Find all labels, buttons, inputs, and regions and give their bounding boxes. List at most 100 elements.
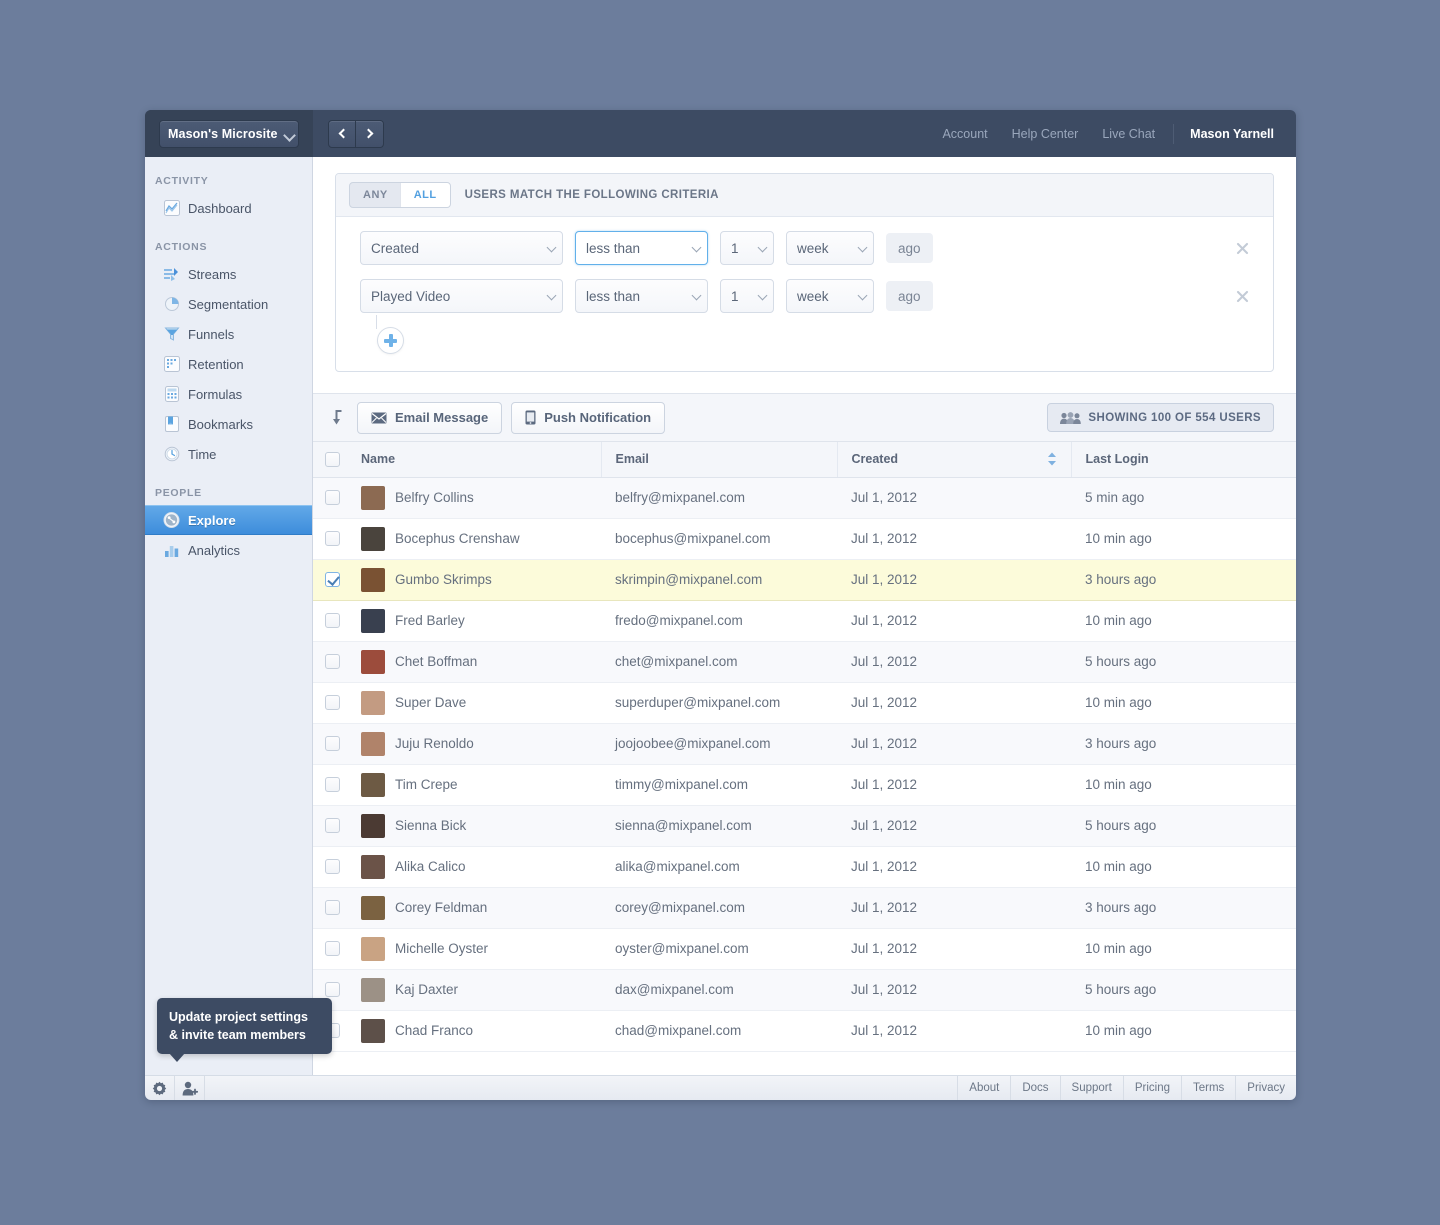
table-row[interactable]: Tim Crepe timmy@mixpanel.com Jul 1, 2012 10…	[313, 764, 1296, 806]
row-email: superduper@mixpanel.com	[601, 682, 837, 724]
row-select-cell	[313, 764, 351, 806]
sidebar-item-dashboard[interactable]: Dashboard	[145, 193, 312, 223]
footer-link-support[interactable]: Support	[1059, 1076, 1123, 1100]
row-select-cell	[313, 928, 351, 970]
sidebar-item-explore[interactable]: Explore	[145, 505, 312, 535]
unit-select[interactable]: week	[786, 279, 874, 313]
row-name: Chet Boffman	[395, 654, 478, 669]
nav-link-live-chat[interactable]: Live Chat	[1090, 124, 1167, 144]
sidebar-item-label: Retention	[188, 356, 244, 372]
forward-button[interactable]	[356, 119, 384, 148]
avatar	[361, 977, 385, 1002]
column-header-created[interactable]: Created	[837, 442, 1072, 478]
back-button[interactable]	[328, 119, 356, 148]
user-menu[interactable]: Mason Yarnell	[1180, 127, 1280, 141]
table-row[interactable]: Corey Feldman corey@mixpanel.com Jul 1, 20…	[313, 887, 1296, 929]
invite-team-button[interactable]	[175, 1076, 205, 1100]
property-select[interactable]: Created	[360, 231, 563, 265]
add-criteria-button[interactable]	[377, 327, 404, 354]
row-checkbox[interactable]	[324, 941, 340, 957]
row-checkbox[interactable]	[324, 654, 340, 670]
row-checkbox[interactable]	[324, 900, 340, 916]
sidebar-item-bookmarks[interactable]: Bookmarks	[145, 409, 312, 439]
remove-criteria-button[interactable]	[1233, 287, 1251, 305]
row-checkbox[interactable]	[324, 490, 340, 506]
number-select[interactable]: 1	[720, 231, 774, 265]
row-checkbox[interactable]	[324, 777, 340, 793]
match-toggle[interactable]: ANY ALL	[349, 182, 451, 208]
row-checkbox[interactable]	[324, 572, 340, 588]
table-row[interactable]: Chad Franco chad@mixpanel.com Jul 1, 2012 1…	[313, 1010, 1296, 1052]
row-checkbox[interactable]	[324, 736, 340, 752]
table-row[interactable]: Bocephus Crenshaw bocephus@mixpanel.com Ju…	[313, 518, 1296, 560]
people-icon	[1060, 411, 1082, 424]
property-select[interactable]: Played Video	[360, 279, 563, 313]
project-settings-button[interactable]	[145, 1076, 175, 1100]
number-value: 1	[731, 288, 739, 304]
showing-users-badge[interactable]: SHOWING 100 OF 554 USERS	[1047, 403, 1274, 432]
row-checkbox[interactable]	[324, 859, 340, 875]
column-header-last-login[interactable]: Last Login	[1071, 442, 1296, 478]
table-row[interactable]: Alika Calico alika@mixpanel.com Jul 1, 201…	[313, 846, 1296, 888]
row-checkbox[interactable]	[324, 982, 340, 998]
row-checkbox[interactable]	[324, 531, 340, 547]
footer-link-privacy[interactable]: Privacy	[1235, 1076, 1296, 1100]
row-created: Jul 1, 2012	[837, 477, 1071, 519]
row-last-login: 3 hours ago	[1071, 887, 1296, 929]
sidebar-item-time[interactable]: Time	[145, 439, 312, 469]
nav-link-help-center[interactable]: Help Center	[1000, 124, 1091, 144]
table-row[interactable]: Super Dave superduper@mixpanel.com Jul 1, …	[313, 682, 1296, 724]
email-message-button[interactable]: Email Message	[357, 401, 503, 434]
operator-select[interactable]: less than	[575, 231, 708, 265]
select-all-checkbox[interactable]	[324, 451, 340, 467]
criteria-row: Created less than 1 week ago	[336, 231, 1273, 265]
sidebar-item-retention[interactable]: Retention	[145, 349, 312, 379]
row-name: Corey Feldman	[395, 900, 488, 915]
nav-link-account[interactable]: Account	[930, 124, 999, 144]
operator-select[interactable]: less than	[575, 279, 708, 313]
row-name-cell: Belfry Collins	[351, 477, 601, 519]
row-name-cell: Tim Crepe	[351, 764, 601, 806]
row-created: Jul 1, 2012	[837, 641, 1071, 683]
project-select[interactable]: Mason's Microsite	[159, 119, 299, 148]
row-checkbox[interactable]	[324, 695, 340, 711]
sidebar-item-streams[interactable]: Streams	[145, 259, 312, 289]
row-email: corey@mixpanel.com	[601, 887, 837, 929]
showing-users-label: SHOWING 100 OF 554 USERS	[1088, 411, 1261, 424]
row-checkbox[interactable]	[324, 613, 340, 629]
table-row[interactable]: Belfry Collins belfry@mixpanel.com Jul 1, …	[313, 477, 1296, 519]
column-header-email[interactable]: Email	[601, 442, 838, 478]
funnel-icon	[163, 326, 180, 343]
row-checkbox[interactable]	[324, 818, 340, 834]
table-row[interactable]: Sienna Bick sienna@mixpanel.com Jul 1, 201…	[313, 805, 1296, 847]
footer-link-docs[interactable]: Docs	[1010, 1076, 1059, 1100]
mobile-phone-icon	[525, 410, 536, 425]
match-any-option[interactable]: ANY	[350, 183, 401, 207]
push-notification-button[interactable]: Push Notification	[511, 401, 666, 434]
row-name-cell: Alika Calico	[351, 846, 601, 888]
footer-link-terms[interactable]: Terms	[1180, 1076, 1235, 1100]
row-select-cell	[313, 477, 351, 519]
sidebar-item-segmentation[interactable]: Segmentation	[145, 289, 312, 319]
column-header-name[interactable]: Name	[351, 442, 602, 478]
table-row[interactable]: Michelle Oyster oyster@mixpanel.com Jul 1,…	[313, 928, 1296, 970]
unit-select[interactable]: week	[786, 231, 874, 265]
table-row[interactable]: Kaj Daxter dax@mixpanel.com Jul 1, 2012 5 h…	[313, 969, 1296, 1011]
number-select[interactable]: 1	[720, 279, 774, 313]
sidebar-item-funnels[interactable]: Funnels	[145, 319, 312, 349]
footer-link-pricing[interactable]: Pricing	[1122, 1076, 1181, 1100]
sort-updown-icon[interactable]	[1047, 452, 1057, 469]
match-all-option[interactable]: ALL	[400, 183, 450, 207]
table-row[interactable]: Fred Barley fredo@mixpanel.com Jul 1, 2012…	[313, 600, 1296, 642]
tooltip-line-2: & invite team members	[169, 1028, 306, 1043]
sidebar-item-analytics[interactable]: Analytics	[145, 535, 312, 565]
table-row[interactable]: Chet Boffman chet@mixpanel.com Jul 1, 2012…	[313, 641, 1296, 683]
remove-criteria-button[interactable]	[1233, 239, 1251, 257]
footer-link-about[interactable]: About	[957, 1076, 1010, 1100]
row-last-login: 5 hours ago	[1071, 969, 1296, 1011]
table-row[interactable]: Gumbo Skrimps skrimpin@mixpanel.com Jul 1,…	[313, 559, 1296, 601]
sidebar-item-formulas[interactable]: Formulas	[145, 379, 312, 409]
table-row[interactable]: Juju Renoldo joojoobee@mixpanel.com Jul 1,…	[313, 723, 1296, 765]
avatar	[361, 1018, 385, 1043]
row-select-cell	[313, 805, 351, 847]
